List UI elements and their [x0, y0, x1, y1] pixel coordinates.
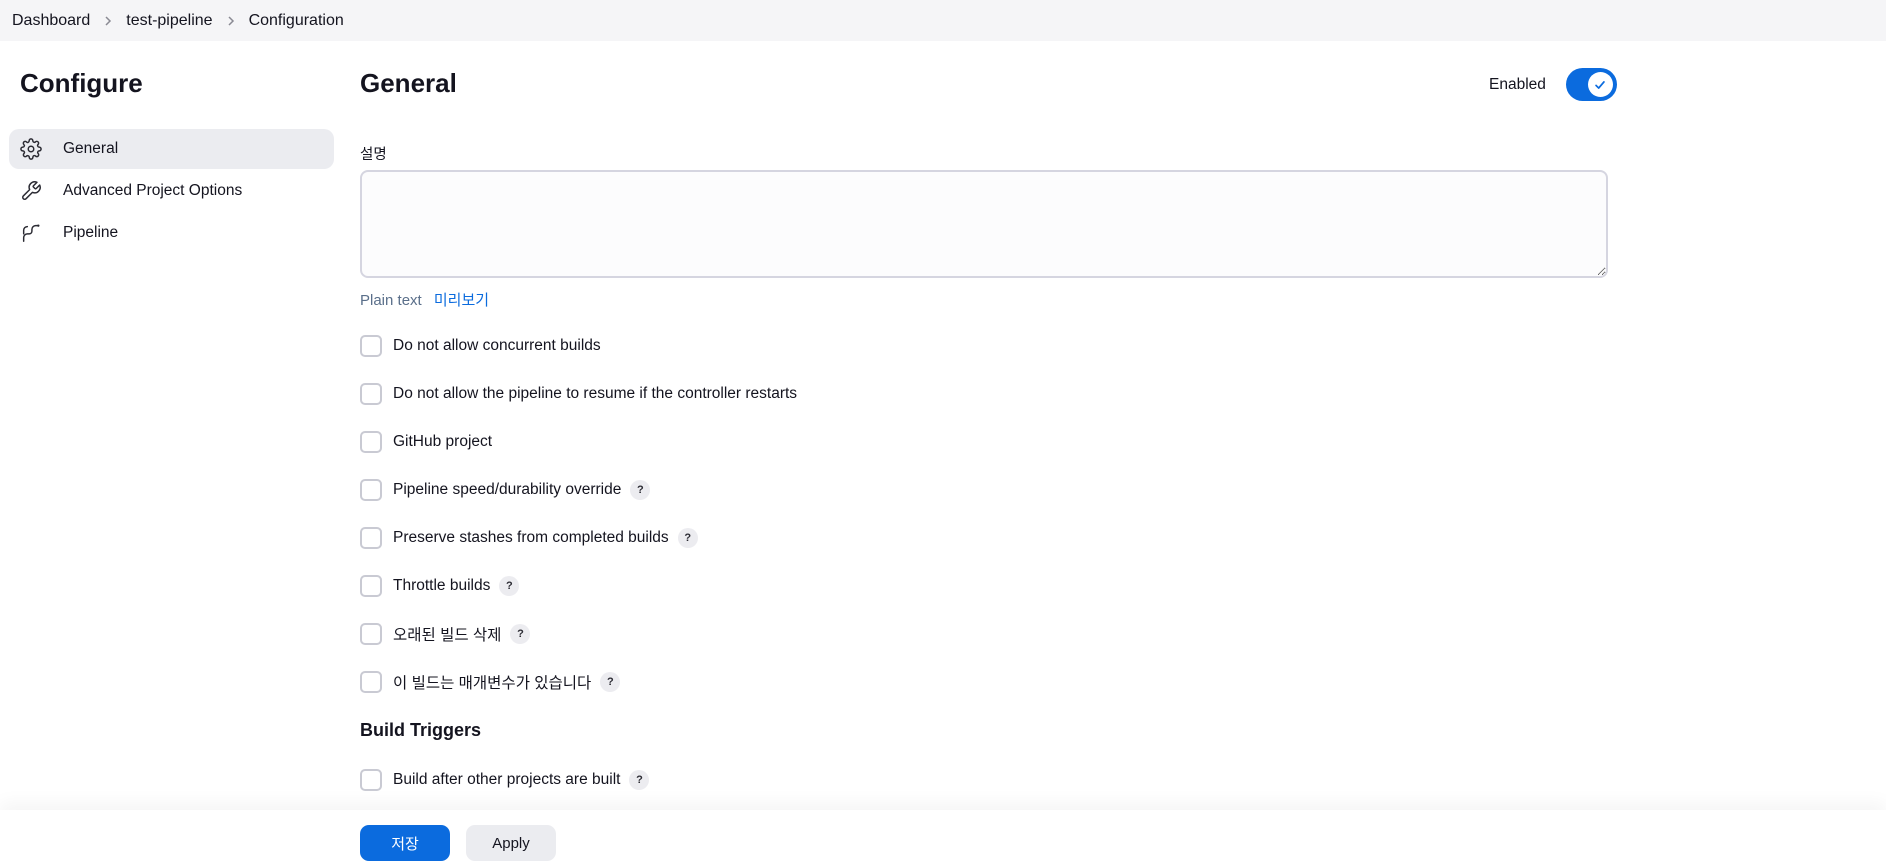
save-button[interactable]: 저장 [360, 825, 450, 861]
chevron-right-icon [102, 15, 114, 27]
github-project-checkbox[interactable] [360, 431, 382, 453]
option-label[interactable]: Throttle builds [393, 577, 490, 595]
help-icon[interactable]: ? [510, 624, 531, 644]
throttle-builds-checkbox[interactable] [360, 575, 382, 597]
page-title: General [360, 68, 457, 98]
description-textarea[interactable] [360, 170, 1608, 278]
chevron-right-icon [225, 15, 237, 27]
breadcrumb-test-pipeline[interactable]: test-pipeline [126, 12, 212, 30]
help-icon[interactable]: ? [677, 528, 698, 548]
option-row: GitHub project [360, 430, 797, 454]
enabled-label: Enabled [1489, 75, 1546, 93]
option-row: 이 빌드는 매개변수가 있습니다 ? [360, 670, 797, 694]
preview-link[interactable]: 미리보기 [434, 292, 489, 309]
resume-pipeline-checkbox[interactable] [360, 383, 382, 405]
option-label[interactable]: Do not allow concurrent builds [393, 337, 601, 355]
general-options: Do not allow concurrent builds Do not al… [360, 334, 797, 718]
option-label[interactable]: GitHub project [393, 433, 492, 451]
parameterized-build-checkbox[interactable] [360, 671, 382, 693]
preserve-stashes-checkbox[interactable] [360, 527, 382, 549]
build-after-other-projects-checkbox[interactable] [360, 769, 382, 791]
option-row: Throttle builds ? [360, 574, 797, 598]
build-triggers-title: Build Triggers [360, 720, 482, 740]
help-icon[interactable]: ? [630, 480, 651, 500]
sidebar-item-pipeline[interactable]: Pipeline [9, 213, 334, 253]
option-row: Build after other projects are built ? [360, 768, 650, 792]
option-row: 오래된 빌드 삭제 ? [360, 622, 797, 646]
discard-old-builds-checkbox[interactable] [360, 623, 382, 645]
format-row: Plain text 미리보기 [360, 289, 489, 310]
breadcrumb: Dashboard test-pipeline Configuration [0, 0, 1886, 41]
help-icon[interactable]: ? [600, 672, 621, 692]
concurrent-builds-checkbox[interactable] [360, 335, 382, 357]
sidebar-item-label: Advanced Project Options [63, 182, 243, 199]
description-label: 설명 [360, 147, 387, 163]
pipeline-icon [20, 222, 42, 244]
option-row: Preserve stashes from completed builds ? [360, 526, 797, 550]
option-label[interactable]: Pipeline speed/durability override [393, 481, 621, 499]
option-label[interactable]: 오래된 빌드 삭제 [393, 623, 501, 645]
help-icon[interactable]: ? [629, 770, 650, 790]
sidebar-item-general[interactable]: General [9, 129, 334, 169]
durability-override-checkbox[interactable] [360, 479, 382, 501]
enabled-toggle[interactable] [1565, 68, 1617, 101]
sidebar-title: Configure [20, 68, 143, 98]
check-icon [1587, 72, 1613, 97]
option-label[interactable]: Build after other projects are built [393, 771, 620, 789]
sidebar-nav: General Advanced Project Options Pipelin… [9, 129, 334, 255]
option-label[interactable]: Do not allow the pipeline to resume if t… [393, 385, 797, 403]
option-row: Do not allow concurrent builds [360, 334, 797, 358]
help-icon[interactable]: ? [499, 576, 520, 596]
gear-icon [20, 138, 42, 160]
breadcrumb-dashboard[interactable]: Dashboard [12, 12, 90, 30]
breadcrumb-configuration: Configuration [248, 11, 344, 29]
option-row: Do not allow the pipeline to resume if t… [360, 382, 797, 406]
bottom-fade [340, 790, 1630, 810]
apply-button[interactable]: Apply [466, 825, 556, 861]
wrench-icon [20, 180, 42, 202]
option-label[interactable]: 이 빌드는 매개변수가 있습니다 [393, 671, 591, 693]
format-plain-text: Plain text [360, 292, 422, 309]
sidebar-item-label: General [63, 140, 119, 157]
option-row: Pipeline speed/durability override ? [360, 478, 797, 502]
option-label[interactable]: Preserve stashes from completed builds [393, 529, 669, 547]
sidebar-item-advanced-project-options[interactable]: Advanced Project Options [9, 171, 334, 211]
sidebar-item-label: Pipeline [63, 224, 119, 241]
enabled-control: Enabled [1489, 68, 1617, 101]
action-bar [0, 810, 1886, 868]
